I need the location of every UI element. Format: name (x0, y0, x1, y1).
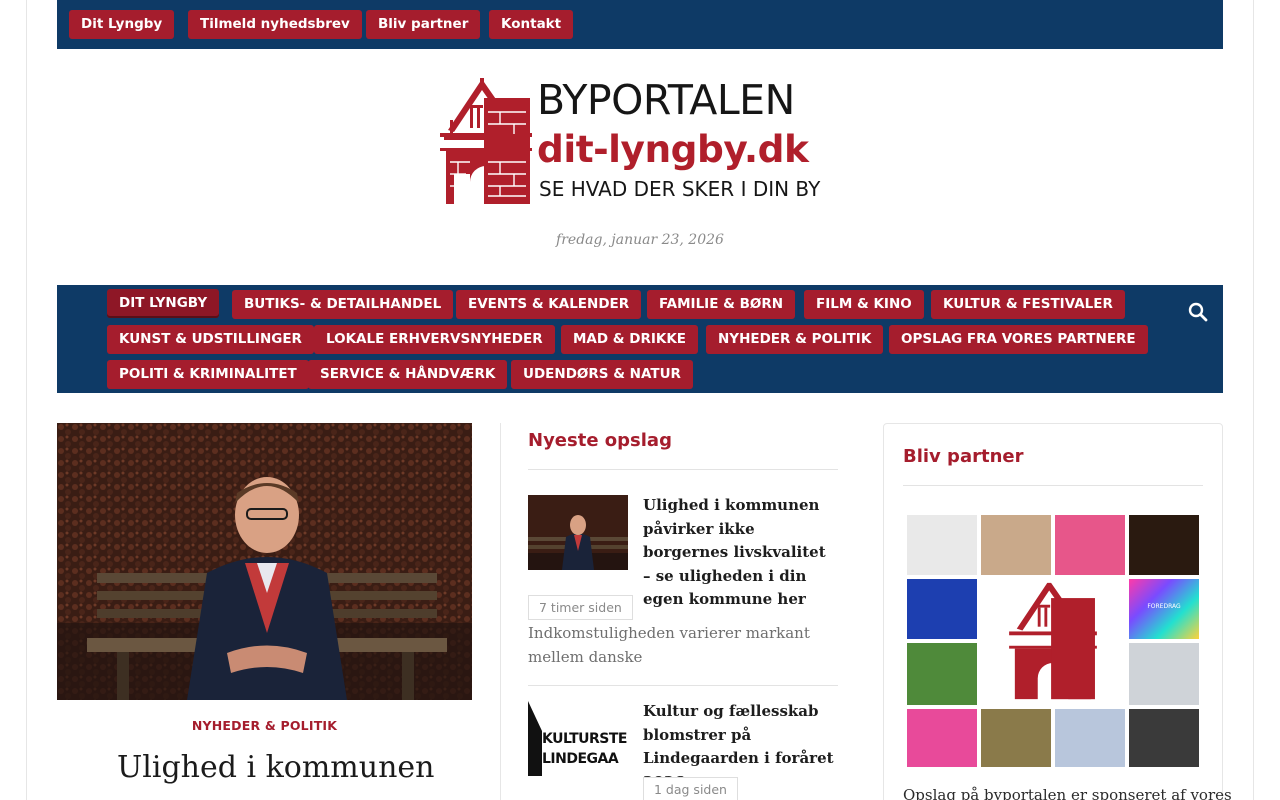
nav-item-film-kino[interactable]: FILM & KINO (804, 290, 924, 319)
nav-item-partner-opslag[interactable]: OPSLAG FRA VORES PARTNERE (889, 325, 1148, 354)
collage-tile (981, 709, 1051, 767)
search-icon[interactable] (1188, 302, 1208, 322)
post-time-badge: 7 timer siden (528, 595, 633, 620)
main-nav: DIT LYNGBY BUTIKS- & DETAILHANDEL EVENTS… (57, 285, 1223, 393)
partner-heading-rule (903, 485, 1203, 486)
post-thumbnail[interactable] (528, 495, 628, 570)
collage-tile: FOREDRAG (1129, 579, 1199, 639)
nav-item-events-kalender[interactable]: EVENTS & KALENDER (456, 290, 642, 319)
feature-image[interactable] (57, 423, 472, 700)
collage-tile (981, 515, 1051, 575)
thumb-accent-shape (528, 701, 542, 776)
latest-heading: Nyeste opslag (528, 430, 672, 451)
nav-item-butiks-detailhandel[interactable]: BUTIKS- & DETAILHANDEL (232, 290, 454, 319)
church-logo-icon (1009, 582, 1097, 700)
latest-heading-rule (528, 469, 838, 470)
logo-tagline: SE HVAD DER SKER I DIN BY (539, 177, 821, 201)
nav-item-service-handvaerk[interactable]: SERVICE & HÅNDVÆRK (308, 360, 508, 389)
topbar-link-partner[interactable]: Bliv partner (366, 10, 481, 39)
nav-item-nyheder-politik[interactable]: NYHEDER & POLITIK (706, 325, 884, 354)
partner-description: Opslag på byportalen er sponseret af vor… (903, 786, 1232, 800)
top-bar: Dit Lyngby Tilmeld nyhedsbrev Bliv partn… (57, 0, 1223, 49)
post-time-badge: 1 dag siden (643, 777, 738, 800)
nav-item-kultur-festivaler[interactable]: KULTUR & FESTIVALER (931, 290, 1125, 319)
collage-tile (1129, 709, 1199, 767)
page-frame-right (1253, 0, 1254, 800)
column-divider (500, 423, 501, 800)
collage-tile (1055, 709, 1125, 767)
nav-item-politi-kriminalitet[interactable]: POLITI & KRIMINALITET (107, 360, 309, 389)
logo-title: BYPORTALEN (537, 76, 795, 124)
collage-tile-label: FOREDRAG (1147, 603, 1181, 610)
post-excerpt: Indkomstuligheden varierer markant melle… (528, 624, 810, 666)
page-frame-left (26, 0, 27, 800)
partner-heading: Bliv partner (903, 446, 1024, 467)
church-logo-icon (440, 78, 532, 204)
topbar-link-dit-lyngby[interactable]: Dit Lyngby (69, 10, 175, 39)
nav-item-mad-drikke[interactable]: MAD & DRIKKE (561, 325, 699, 354)
feature-title[interactable]: Ulighed i kommunen (117, 748, 457, 788)
site-logo[interactable]: BYPORTALEN dit-lyngby.dk SE HVAD DER SKE… (440, 78, 842, 208)
topbar-link-newsletter[interactable]: Tilmeld nyhedsbrev (188, 10, 362, 39)
feature-category[interactable]: NYHEDER & POLITIK (57, 718, 472, 733)
collage-tile (1055, 515, 1125, 575)
collage-tile (907, 709, 977, 767)
collage-tile (1129, 515, 1199, 575)
post-thumbnail[interactable]: KULTURSTE LINDEGAA (528, 701, 628, 776)
logo-domain: dit-lyngby.dk (537, 127, 809, 171)
nav-item-udendors-natur[interactable]: UDENDØRS & NATUR (511, 360, 693, 389)
nav-item-familie-born[interactable]: FAMILIE & BØRN (647, 290, 796, 319)
partner-collage-image[interactable]: FOREDRAG (905, 513, 1201, 769)
collage-tile (1129, 643, 1199, 705)
post-title[interactable]: Ulighed i kommunen påvirker ikke borgern… (643, 494, 838, 612)
topbar-link-contact[interactable]: Kontakt (489, 10, 574, 39)
thumb-text: KULTURSTE (542, 731, 627, 747)
nav-item-kunst-udstillinger[interactable]: KUNST & UDSTILLINGER (107, 325, 314, 354)
post-separator (528, 685, 838, 686)
nav-item-dit-lyngby[interactable]: DIT LYNGBY (107, 289, 220, 318)
collage-tile (907, 515, 977, 575)
current-date: fredag, januar 23, 2026 (556, 232, 724, 248)
nav-item-erhvervsnyheder[interactable]: LOKALE ERHVERVSNYHEDER (314, 325, 555, 354)
collage-tile (907, 643, 977, 705)
thumb-text: LINDEGAA (542, 751, 619, 767)
collage-tile (907, 579, 977, 639)
